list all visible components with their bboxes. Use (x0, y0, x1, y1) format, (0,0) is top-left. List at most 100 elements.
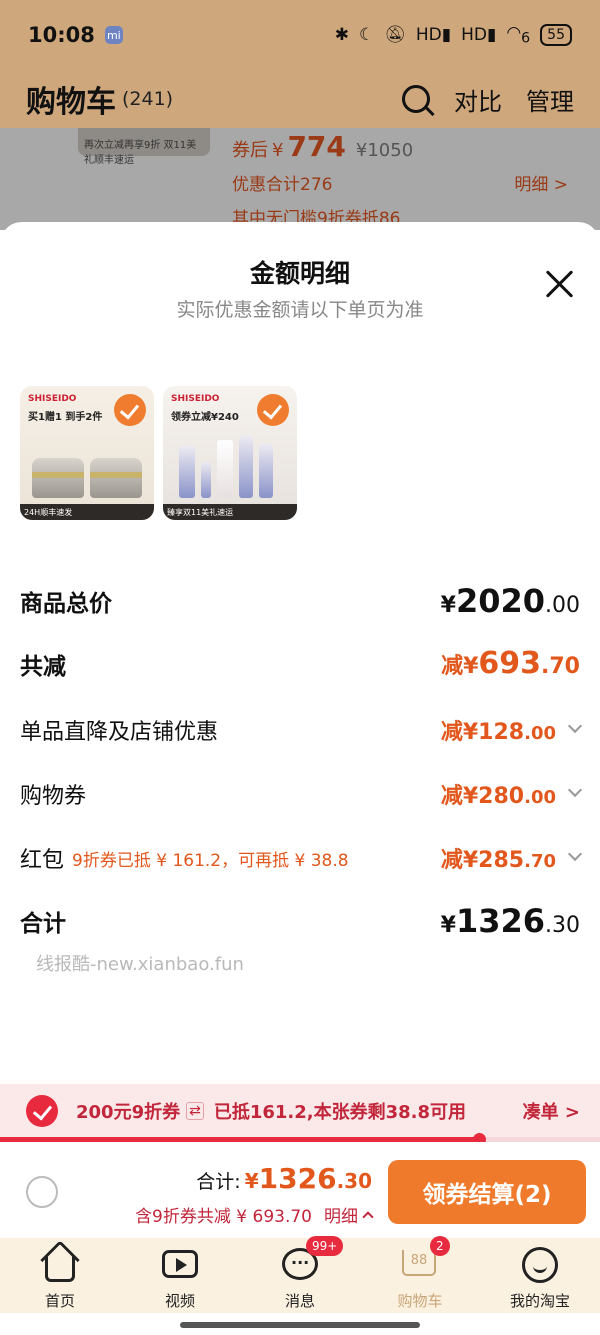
row-total-price: 商品总价 ¥2020.00 (20, 582, 580, 620)
check-icon[interactable] (257, 394, 289, 426)
product-promo: 领券立减¥240 (171, 412, 239, 423)
item-detail-link: 明细 > (514, 175, 568, 195)
product-thumbnail[interactable]: SHISEIDO 领券立减¥240 臻享双11美礼速运 (163, 386, 297, 520)
row-red-packet[interactable]: 红包 9折券已抵 ¥ 161.2，可再抵 ¥ 38.8 减¥ 285.70 (20, 842, 583, 874)
coupon-name: 200元9折券 (76, 1102, 181, 1123)
home-icon (40, 1240, 80, 1284)
row-store-discount[interactable]: 单品直降及店铺优惠 减¥ 128.00 (20, 714, 583, 746)
total-price-value: ¥2020.00 (440, 582, 580, 620)
compare-button[interactable]: 对比 (454, 82, 502, 117)
select-all-checkbox[interactable] (26, 1176, 58, 1208)
add-items-link[interactable]: 凑单 > (523, 1098, 580, 1124)
total-value: ¥1326.30 (244, 1162, 372, 1195)
header-actions: 对比 管理 (402, 82, 574, 117)
bottle-image (179, 446, 195, 498)
wifi-icon: ◠6 (506, 23, 531, 47)
bluetooth-icon: ✱ (334, 24, 349, 45)
product-thumbnail[interactable]: SHISEIDO 买1赠1 到手2件 24H顺丰速发 (20, 386, 154, 520)
tab-bar: 首页 视频 99+ 消息 88 2 购物车 我的淘宝 (0, 1236, 600, 1313)
row-label: 红包 (20, 848, 65, 873)
item-price: 券后 ¥ 774 ¥1050 (232, 130, 414, 163)
bottle-image (201, 462, 211, 498)
row-sum: 合计 ¥1326.30 (20, 902, 580, 940)
chevron-down-icon[interactable] (567, 782, 583, 798)
cream-jar-image (90, 458, 142, 498)
tab-label: 首页 (44, 1292, 75, 1310)
total-label: 合计: (196, 1171, 241, 1193)
mute-icon: 🔕︎ (384, 24, 406, 45)
saving-text: 含9折券共减 ¥ 693.70 (135, 1207, 312, 1227)
product-footer: 24H顺丰速发 (20, 504, 154, 520)
tab-label: 消息 (284, 1292, 315, 1310)
cart-count: (241) (122, 88, 174, 110)
chevron-down-icon[interactable] (567, 718, 583, 734)
tab-messages[interactable]: 99+ 消息 (240, 1236, 360, 1313)
detail-toggle[interactable]: 明细 (324, 1202, 358, 1227)
watermark: 线报酷-new.xianbao.fun (36, 954, 244, 975)
cart-badge: 2 (430, 1236, 450, 1256)
check-icon[interactable] (26, 1095, 58, 1127)
row-discount: 共减 减¥ 693.70 (20, 646, 580, 681)
checkout-total: 合计: ¥1326.30 (196, 1162, 372, 1195)
row-shopping-coupon[interactable]: 购物券 减¥ 280.00 (20, 778, 583, 810)
cream-jar-image (32, 458, 84, 498)
store-discount-value: 减¥ 128.00 (440, 720, 556, 745)
home-indicator[interactable] (180, 1322, 420, 1328)
status-icons: ✱ ☾ 🔕︎ HD▮ HD▮ ◠6 55 (334, 23, 572, 47)
coupon-value: 减¥ 280.00 (440, 784, 556, 809)
message-badge: 99+ (306, 1236, 344, 1256)
row-label: 合计 (20, 911, 66, 937)
sheet-subtitle: 实际优惠金额请以下单页为准 (176, 299, 424, 321)
moon-icon: ☾ (359, 24, 375, 45)
video-icon (160, 1244, 200, 1284)
red-packet-note: 9折券已抵 ¥ 161.2，可再抵 ¥ 38.8 (72, 850, 349, 871)
search-icon[interactable] (402, 85, 430, 113)
item-discount-total: 优惠合计276 (232, 175, 333, 195)
bottle-image (259, 444, 273, 498)
page-title: 购物车 (26, 85, 116, 120)
chevron-up-icon[interactable] (362, 1210, 374, 1223)
battery-icon: 55 (540, 23, 572, 46)
row-label: 商品总价 (20, 591, 112, 617)
sheet-title: 金额明细 (249, 259, 350, 288)
product-brand: SHISEIDO (28, 394, 77, 404)
row-label: 共减 (20, 653, 66, 680)
chevron-down-icon[interactable] (567, 846, 583, 862)
item-thumbnail: 再次立减再享9折 双11美礼顺丰速运 (78, 128, 210, 166)
tab-cart[interactable]: 88 2 购物车 (360, 1236, 480, 1313)
manage-button[interactable]: 管理 (526, 82, 574, 117)
row-label: 单品直降及店铺优惠 (20, 720, 219, 745)
checkout-bar: 合计: ¥1326.30 含9折券共减 ¥ 693.70 明细 领券结算(2) (0, 1142, 600, 1238)
tab-home[interactable]: 首页 (0, 1238, 120, 1313)
bottle-image (239, 436, 253, 498)
background-page: 10:08 mi ✱ ☾ 🔕︎ HD▮ HD▮ ◠6 55 购物车 (241) … (0, 0, 600, 230)
tab-video[interactable]: 视频 (120, 1238, 240, 1313)
product-promo: 买1赠1 到手2件 (28, 412, 103, 423)
swap-icon[interactable]: ⇄ (186, 1102, 204, 1120)
mi-badge-icon: mi (104, 26, 123, 44)
red-packet-value: 减¥ 285.70 (440, 848, 556, 873)
tab-profile[interactable]: 我的淘宝 (480, 1238, 600, 1313)
product-thumbnails: SHISEIDO 买1赠1 到手2件 24H顺丰速发 SHISEIDO 领券立减… (20, 386, 297, 520)
discount-value: 减¥ 693.70 (441, 646, 580, 681)
tab-label: 视频 (164, 1292, 195, 1310)
coupon-bar: 200元9折券 ⇄ 已抵161.2,本张券剩38.8可用 凑单 > (0, 1084, 600, 1138)
signal-icon-1: HD▮ (415, 24, 452, 45)
tab-label: 购物车 (397, 1292, 443, 1310)
tab-label: 我的淘宝 (509, 1292, 570, 1310)
row-label: 购物券 (20, 784, 87, 809)
profile-icon (520, 1244, 560, 1284)
coupon-message: 已抵161.2,本张券剩38.8可用 (213, 1102, 467, 1123)
status-bar: 10:08 mi ✱ ☾ 🔕︎ HD▮ HD▮ ◠6 55 (0, 0, 600, 70)
cart-header: 购物车 (241) 对比 管理 (0, 70, 600, 128)
check-icon[interactable] (114, 394, 146, 426)
close-icon[interactable] (544, 268, 576, 300)
signal-icon-2: HD▮ (461, 24, 497, 45)
saving-summary: 含9折券共减 ¥ 693.70 明细 (135, 1202, 374, 1227)
checkout-button[interactable]: 领券结算(2) (388, 1160, 586, 1224)
product-footer: 臻享双11美礼速运 (163, 504, 297, 520)
sum-value: ¥1326.30 (440, 902, 580, 940)
status-time: 10:08 (28, 23, 95, 47)
bottle-image (217, 440, 233, 498)
product-brand: SHISEIDO (171, 394, 220, 404)
